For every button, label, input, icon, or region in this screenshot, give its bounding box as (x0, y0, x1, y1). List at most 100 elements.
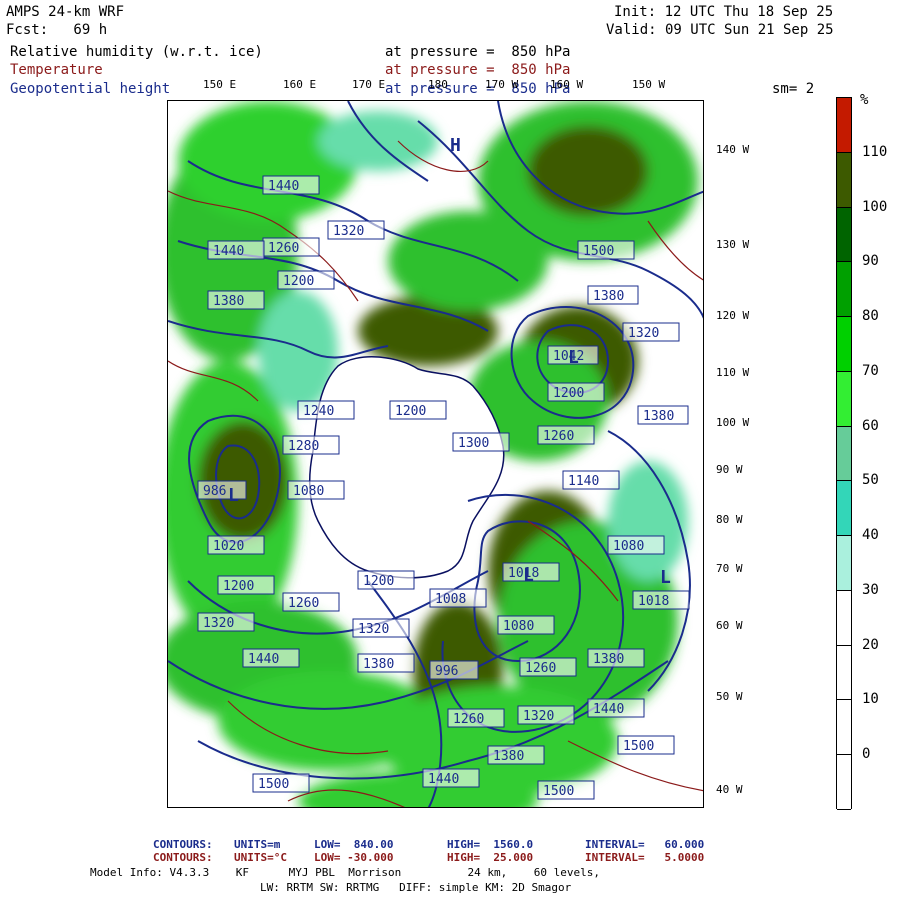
lon-label-right: 40 W (716, 783, 743, 796)
colorbar-segment (837, 98, 851, 153)
height-label: 1260 (453, 712, 484, 727)
smoothing-label: sm= 2 (772, 81, 815, 97)
colorbar-tick-label: 50 (862, 472, 879, 489)
lon-label-right: 80 W (716, 513, 743, 526)
valid-time: Valid: 09 UTC Sun 21 Sep 25 (606, 22, 834, 38)
height-label: 1200 (223, 579, 254, 594)
height-label-box: 1080 (287, 480, 345, 500)
height-label-box: 1440 (242, 648, 300, 668)
height-label-box: 1380 (487, 745, 545, 765)
height-label-box: 1380 (637, 405, 689, 425)
height-label-box: 1320 (197, 612, 255, 632)
lon-label-right: 100 W (716, 416, 750, 429)
footer-physics: LW: RRTM SW: RRTMG DIFF: simple KM: 2D S… (260, 881, 572, 894)
height-label: 1500 (583, 244, 614, 259)
height-label-box: 1260 (262, 237, 320, 257)
height-label: 1380 (493, 749, 524, 764)
height-label: 1440 (268, 179, 299, 194)
colorbar (836, 97, 852, 810)
height-label: 1260 (268, 241, 299, 256)
lon-label-top: 150 E (203, 78, 237, 91)
height-label: 1440 (428, 772, 459, 787)
height-label-box: 1320 (352, 618, 410, 638)
height-label: 1500 (258, 777, 289, 792)
footer-temp-high: HIGH= 25.000 (447, 851, 534, 864)
height-label-box: 1080 (607, 535, 665, 555)
init-time: Init: 12 UTC Thu 18 Sep 25 (614, 4, 834, 20)
height-label: 1260 (288, 596, 319, 611)
colorbar-segment (837, 262, 851, 318)
height-label-box: 1500 (617, 735, 675, 755)
height-label: 1320 (358, 622, 389, 637)
height-label: 1200 (363, 574, 394, 589)
height-label: 1020 (213, 539, 244, 554)
colorbar-segment (837, 755, 851, 810)
pressure-center-low: L (523, 565, 534, 586)
field-rh-name: Relative humidity (w.r.t. ice) (10, 44, 263, 60)
height-label: 1380 (593, 652, 624, 667)
height-label: 1140 (568, 474, 599, 489)
field-height-level: at pressure = 850 hPa (385, 81, 571, 97)
height-label: 1380 (593, 289, 624, 304)
model-title: AMPS 24-km WRF (6, 4, 125, 20)
lon-label-right: 140 W (716, 143, 750, 156)
height-label: 1260 (543, 429, 574, 444)
height-label-box: 1008 (429, 588, 487, 608)
colorbar-tick-label: 20 (862, 636, 879, 653)
height-label: 1240 (303, 404, 334, 419)
lon-label-right: 90 W (716, 463, 743, 476)
height-label: 1320 (203, 616, 234, 631)
height-label: 1440 (213, 244, 244, 259)
footer-temp-units: UNITS=°C (234, 851, 287, 864)
lon-label-top: 160 E (283, 78, 317, 91)
height-label-box: 1500 (537, 780, 595, 800)
colorbar-segment (837, 152, 851, 208)
colorbar-tick-label: 60 (862, 417, 879, 434)
height-label: 1200 (553, 386, 584, 401)
height-label-box: 1320 (622, 322, 680, 342)
height-label-box: 1300 (452, 432, 510, 452)
colorbar-tick-label: 40 (862, 527, 879, 544)
height-label-box: 1200 (357, 570, 415, 590)
colorbar-tick-label: 90 (862, 253, 879, 270)
height-label-box: 1020 (207, 535, 265, 555)
height-label-box: 1440 (587, 698, 645, 718)
lon-label-top: 170 W (485, 78, 519, 91)
field-temp-level: at pressure = 850 hPa (385, 62, 571, 78)
height-label-box: 1200 (277, 270, 335, 290)
footer-height-low: LOW= 840.00 (314, 838, 394, 851)
colorbar-tick-label: 10 (862, 691, 879, 708)
height-label: 1018 (638, 594, 669, 609)
height-label-box: 1018 (632, 590, 690, 610)
height-label-box: 1380 (587, 648, 645, 668)
height-label-box: 1200 (547, 382, 605, 402)
field-height-name: Geopotential height (10, 81, 171, 97)
footer-model-info: Model Info: V4.3.3 KF MYJ PBL Morrison 2… (90, 866, 600, 879)
footer-temp-interval: INTERVAL= 5.0000 (585, 851, 705, 864)
height-label-box: 1260 (519, 657, 577, 677)
height-label: 1440 (248, 652, 279, 667)
height-label-box: 1080 (497, 615, 555, 635)
height-label: 1440 (593, 702, 624, 717)
height-label: 1380 (363, 657, 394, 672)
colorbar-segment (837, 700, 851, 756)
footer-height-units: UNITS=m (234, 838, 281, 851)
lon-label-top: 150 W (632, 78, 666, 91)
height-label-box: 1260 (447, 708, 505, 728)
colorbar-tick-label: 0 (862, 746, 871, 763)
height-label-box: 1320 (327, 220, 385, 240)
pressure-center-low: L (568, 347, 579, 368)
height-label: 1280 (288, 439, 319, 454)
weather-map: 1440 1260 1320 1440 1200 1380 1500 1042 … (167, 100, 704, 808)
pressure-center-high: H (450, 135, 461, 156)
colorbar-segment (837, 371, 851, 427)
height-label-box: 1380 (587, 285, 639, 305)
colorbar-tick-label: 80 (862, 308, 879, 325)
lon-label-right: 70 W (716, 562, 743, 575)
height-label-box: 1320 (517, 705, 575, 725)
height-label-box: 1200 (389, 400, 447, 420)
colorbar-segment (837, 317, 851, 372)
height-label-box: 1500 (577, 240, 635, 260)
height-label: 1500 (623, 739, 654, 754)
colorbar-unit: % (860, 92, 869, 108)
